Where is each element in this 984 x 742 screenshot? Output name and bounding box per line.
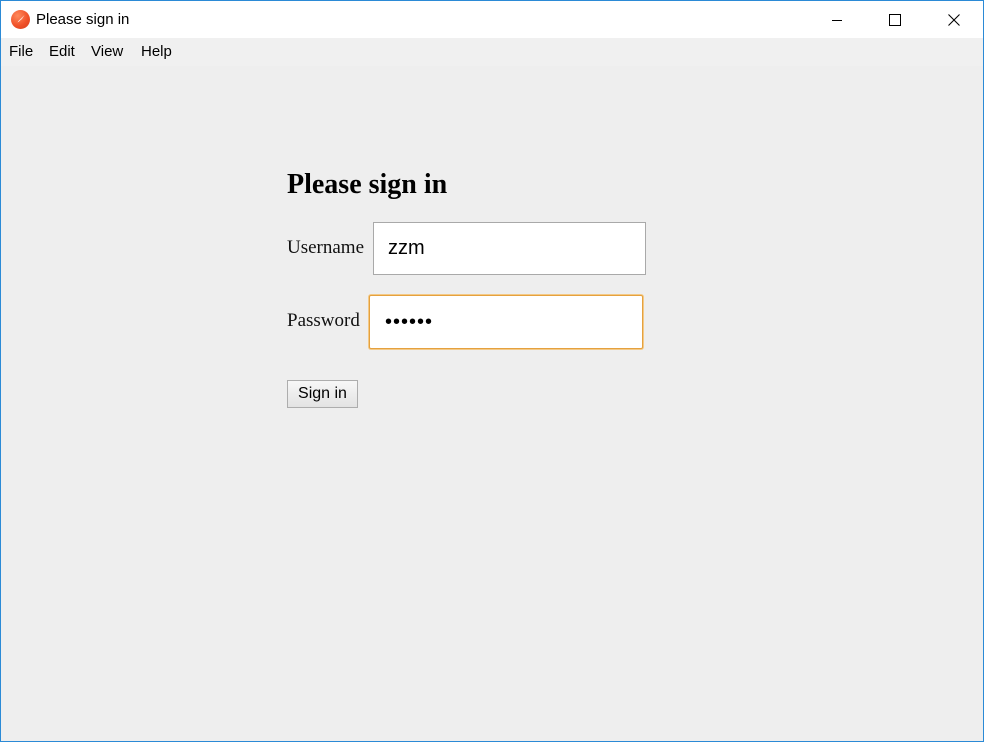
close-button[interactable] — [925, 1, 983, 38]
menu-help[interactable]: Help — [141, 43, 172, 61]
menu-bar: File Edit View Help — [1, 38, 983, 66]
username-input[interactable] — [373, 222, 646, 275]
sign-in-button[interactable]: Sign in — [287, 380, 358, 408]
title-bar[interactable]: Please sign in — [1, 1, 983, 38]
maximize-icon — [889, 13, 901, 26]
minimize-icon — [832, 19, 842, 21]
app-window: Please sign in File Edit View Help Pleas… — [0, 0, 984, 742]
menu-view[interactable]: View — [91, 43, 123, 61]
password-input[interactable] — [369, 295, 643, 349]
menu-edit[interactable]: Edit — [49, 43, 75, 61]
menu-file[interactable]: File — [9, 43, 33, 61]
minimize-button[interactable] — [808, 1, 866, 38]
username-label: Username — [287, 237, 365, 258]
maximize-button[interactable] — [866, 1, 924, 38]
page-heading: Please sign in — [287, 169, 448, 200]
password-label: Password — [287, 310, 360, 331]
compass-icon — [11, 10, 30, 29]
window-title: Please sign in — [36, 11, 130, 28]
close-icon — [948, 13, 960, 26]
